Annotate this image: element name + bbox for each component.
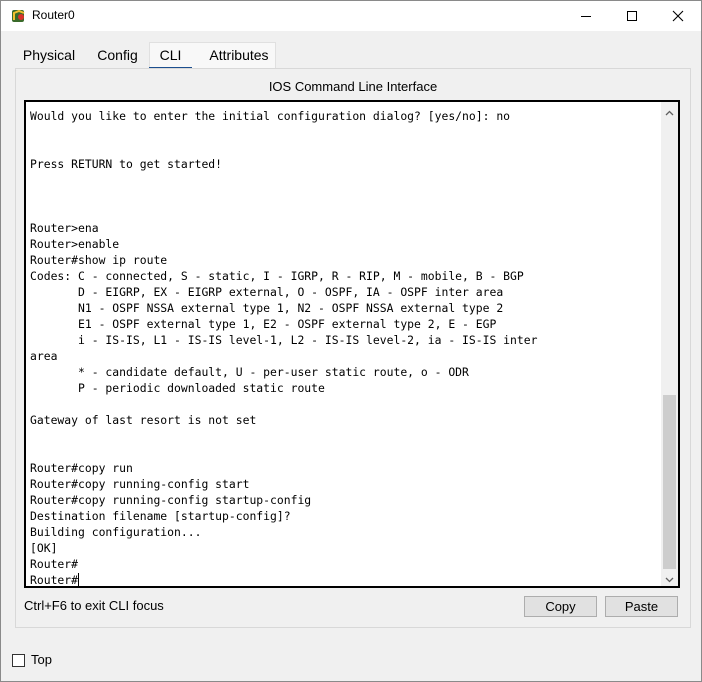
maximize-button[interactable] (609, 1, 655, 31)
tab-cli[interactable]: CLI (149, 42, 192, 69)
title-bar[interactable]: Router0 (1, 1, 701, 31)
terminal-line: Router#show ip route (30, 253, 168, 267)
terminal-line: i - IS-IS, L1 - IS-IS level-1, L2 - IS-I… (30, 333, 538, 347)
terminal-line: Router>ena (30, 221, 99, 235)
terminal-scrollbar[interactable] (661, 102, 678, 586)
terminal-line: Router#copy running-config start (30, 477, 250, 491)
terminal-line: P - periodic downloaded static route (30, 381, 325, 395)
terminal-line: N1 - OSPF NSSA external type 1, N2 - OSP… (30, 301, 504, 315)
router-app-icon (11, 8, 27, 24)
terminal-line: Router# (30, 557, 79, 571)
terminal-line: [OK] (30, 541, 58, 555)
maximize-icon (626, 7, 638, 26)
terminal-line: Codes: C - connected, S - static, I - IG… (30, 269, 524, 283)
tab-attributes[interactable]: Attributes (199, 42, 279, 69)
terminal-line: Building configuration... (30, 525, 202, 539)
cli-terminal[interactable]: Would you like to enter the initial conf… (24, 100, 680, 588)
minimize-icon (580, 7, 592, 26)
text-caret (78, 573, 80, 586)
minimize-button[interactable] (563, 1, 609, 31)
close-button[interactable] (655, 1, 701, 31)
terminal-line: area (30, 349, 58, 363)
terminal-line: Router# (30, 573, 79, 587)
top-checkbox[interactable] (12, 654, 25, 667)
chevron-down-icon (665, 568, 674, 586)
scroll-down-button[interactable] (661, 569, 678, 586)
terminal-line: Gateway of last resort is not set (30, 413, 257, 427)
copy-button[interactable]: Copy (524, 596, 597, 617)
top-checkbox-label: Top (31, 652, 52, 667)
terminal-line: Router>enable (30, 237, 120, 251)
scroll-up-button[interactable] (661, 102, 678, 119)
terminal-line: E1 - OSPF external type 1, E2 - OSPF ext… (30, 317, 497, 331)
terminal-output[interactable]: Would you like to enter the initial conf… (30, 108, 660, 587)
terminal-line: Router#copy run (30, 461, 133, 475)
cli-focus-hint: Ctrl+F6 to exit CLI focus (24, 598, 164, 613)
terminal-line: * - candidate default, U - per-user stat… (30, 365, 469, 379)
terminal-line: Press RETURN to get started! (30, 157, 223, 171)
router-window: Router0 Physical Config CLI Attributes I… (0, 0, 702, 682)
tab-physical[interactable]: Physical (17, 42, 81, 69)
chevron-up-icon (665, 102, 674, 120)
close-icon (672, 7, 684, 26)
terminal-line: Router#copy running-config startup-confi… (30, 493, 312, 507)
terminal-line: Destination filename [startup-config]? (30, 509, 291, 523)
panel-title: IOS Command Line Interface (268, 79, 438, 94)
paste-button[interactable]: Paste (605, 596, 678, 617)
tab-config[interactable]: Config (93, 42, 142, 69)
terminal-line: D - EIGRP, EX - EIGRP external, O - OSPF… (30, 285, 504, 299)
terminal-line: Would you like to enter the initial conf… (30, 109, 511, 123)
window-title: Router0 (32, 8, 75, 22)
scrollbar-thumb[interactable] (663, 395, 676, 569)
